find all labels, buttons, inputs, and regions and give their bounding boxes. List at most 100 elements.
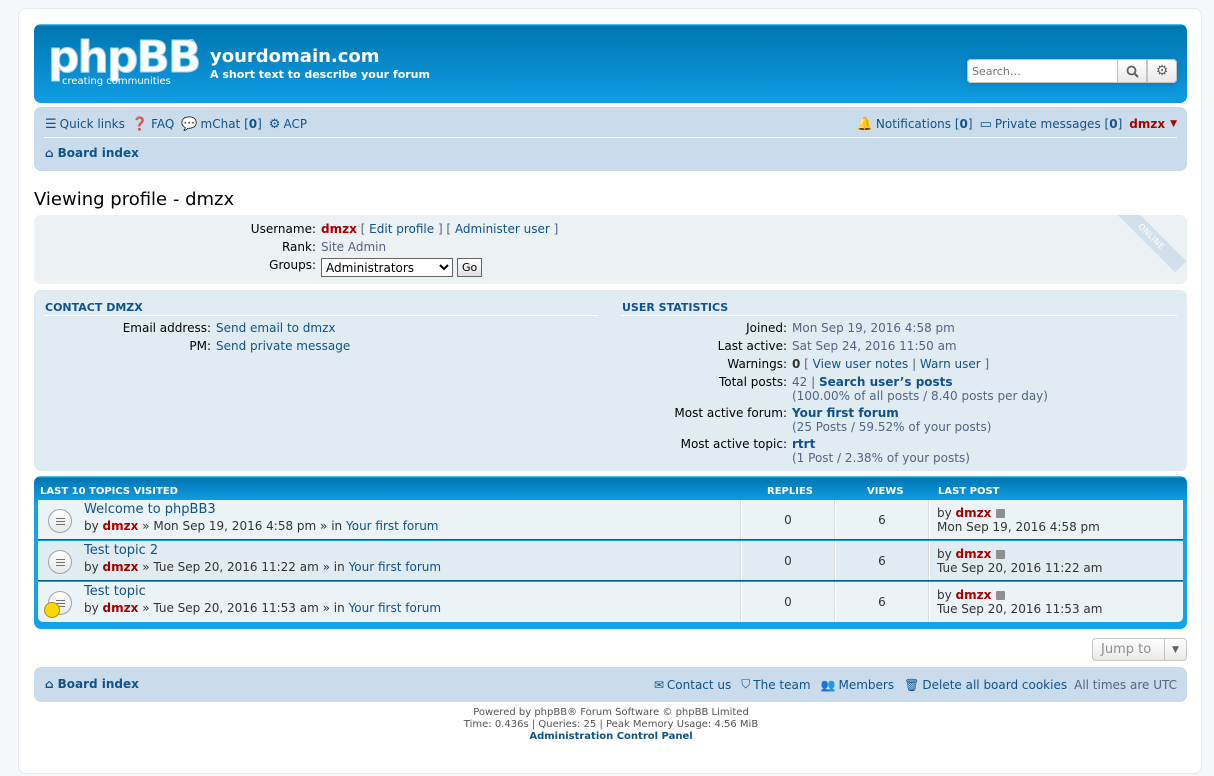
topic-author-link[interactable]: dmzx — [103, 601, 139, 615]
user-menu-button[interactable]: dmzx ▼ — [1129, 117, 1177, 131]
warn-user-link[interactable]: Warn user — [920, 357, 981, 371]
stats-divider — [621, 315, 1177, 316]
header-bar: phpBB ® creating communities yourdomain.… — [34, 24, 1187, 103]
username-value: dmzx [ Edit profile ] [ Administer user … — [321, 222, 559, 236]
delete-cookies-label: Delete all board cookies — [922, 677, 1068, 692]
smiley-topic-icon — [44, 602, 60, 618]
page-wrap: phpBB ® creating communities yourdomain.… — [18, 8, 1202, 774]
active-forum-row: Most active forum: Your first forum (25 … — [622, 406, 991, 434]
members-label: Members — [838, 677, 895, 692]
topic-author-link[interactable]: dmzx — [103, 560, 139, 574]
last-post-author-link[interactable]: dmzx — [956, 547, 992, 561]
last-post-date: Mon Sep 19, 2016 4:58 pm — [937, 520, 1100, 534]
header-topics: LAST 10 TOPICS VISITED — [40, 486, 178, 497]
search-button[interactable] — [1117, 59, 1147, 83]
the-team-link[interactable]: ⛉ The team — [741, 677, 810, 692]
warnings-count: 0 — [792, 357, 801, 371]
view-user-notes-link[interactable]: View user notes — [813, 357, 909, 371]
in-label: in — [333, 601, 345, 615]
stats-title: USER STATISTICS — [622, 301, 729, 314]
search-input[interactable] — [967, 59, 1117, 83]
search-icon — [1126, 65, 1139, 78]
faq-link[interactable]: ❓ FAQ — [132, 117, 174, 132]
site-logo[interactable]: phpBB ® creating communities — [48, 32, 202, 88]
advanced-search-button[interactable]: ⚙ — [1147, 59, 1177, 83]
footer-links: ✉ Contact us ⛉ The team 👥 Members 🗑 Dele… — [644, 677, 1177, 692]
views-count: 6 — [878, 595, 886, 609]
last-active-row: Last active: Sat Sep 24, 2016 11:50 am — [622, 339, 957, 353]
topic-author-link[interactable]: dmzx — [103, 519, 139, 533]
header-replies: REPLIES — [767, 486, 813, 497]
topic-title-link[interactable]: Welcome to phpBB3 — [84, 502, 216, 517]
footer-board-index: Board index — [57, 677, 139, 691]
last-post-author-link[interactable]: dmzx — [956, 588, 992, 602]
topic-title-link[interactable]: Test topic 2 — [84, 543, 158, 558]
by-label: by — [937, 506, 952, 520]
groups-select[interactable]: Administrators — [321, 258, 453, 277]
topic-meta: by dmzx » Tue Sep 20, 2016 11:22 am » in… — [84, 560, 442, 574]
view-latest-post-icon[interactable] — [996, 509, 1006, 518]
delete-cookies-link[interactable]: 🗑 Delete all board cookies — [904, 678, 1067, 692]
username-label: Username: — [250, 222, 316, 236]
by-label: by — [937, 588, 952, 602]
search-posts-link[interactable]: Search user’s posts — [819, 375, 953, 389]
total-posts-count: 42 — [792, 375, 808, 389]
acp-link[interactable]: ⚙ ACP — [269, 117, 307, 132]
topic-forum-link[interactable]: Your first forum — [346, 519, 439, 533]
active-topic-value: rtrt (1 Post / 2.38% of your posts) — [792, 437, 970, 465]
last-post: by dmzx Mon Sep 19, 2016 4:58 pm — [937, 506, 1100, 534]
profile-panel: ONLINE Username: dmzx [ Edit profile ] [… — [34, 215, 1187, 284]
shield-icon: ⛉ — [741, 677, 751, 691]
in-label: in — [333, 560, 345, 574]
home-icon: ⌂ — [45, 677, 54, 691]
last-active-label: Last active: — [717, 339, 787, 353]
last-topics-table: LAST 10 TOPICS VISITED REPLIES VIEWS LAS… — [34, 476, 1187, 629]
send-pm-link[interactable]: Send private message — [216, 339, 350, 353]
quick-links-button[interactable]: ☰ Quick links — [45, 117, 125, 132]
debug-output: Time: 0.436s | Queries: 25 | Peak Memory… — [463, 719, 759, 730]
logo-text: phpBB — [48, 32, 202, 83]
mchat-link[interactable]: 💬 mChat [0] — [181, 117, 261, 132]
email-label: Email address: — [122, 321, 211, 335]
logo-tagline: creating communities — [62, 76, 171, 87]
by-label: by — [84, 560, 99, 574]
notifications-button[interactable]: 🔔 Notifications [0] — [857, 117, 973, 132]
view-latest-post-icon[interactable] — [996, 591, 1006, 600]
site-title[interactable]: yourdomain.com — [210, 46, 380, 67]
pm-label: PM: — [189, 339, 211, 353]
members-link[interactable]: 👥 Members — [821, 678, 895, 692]
warnings-row: Warnings: 0 [ View user notes | Warn use… — [622, 357, 989, 371]
active-forum-link[interactable]: Your first forum — [792, 406, 899, 420]
cogs-icon: ⚙ — [268, 116, 281, 132]
edit-profile-link[interactable]: Edit profile — [369, 222, 434, 236]
last-post-author-link[interactable]: dmzx — [956, 506, 992, 520]
private-messages-link[interactable]: ▭ Private messages [0] — [980, 117, 1123, 132]
active-forum-label: Most active forum: — [674, 406, 787, 420]
joined-value: Mon Sep 19, 2016 4:58 pm — [792, 321, 955, 335]
total-posts-label: Total posts: — [718, 375, 787, 389]
breadcrumb-board-index: Board index — [57, 146, 139, 160]
footer-breadcrumb[interactable]: ⌂ Board index — [45, 677, 139, 691]
topic-forum-link[interactable]: Your first forum — [349, 601, 442, 615]
topic-date: Mon Sep 19, 2016 4:58 pm — [153, 519, 317, 533]
topic-forum-link[interactable]: Your first forum — [349, 560, 442, 574]
breadcrumb[interactable]: ⌂ Board index — [45, 146, 139, 160]
active-topic-link[interactable]: rtrt — [792, 437, 815, 451]
faq-label: FAQ — [151, 117, 175, 131]
jump-to-button[interactable]: Jump to ▼ — [1092, 638, 1187, 661]
trash-icon: 🗑 — [904, 677, 920, 692]
chat-icon: 💬 — [181, 116, 198, 132]
by-label: by — [937, 547, 952, 561]
groups-go-button[interactable]: Go — [457, 258, 483, 277]
view-latest-post-icon[interactable] — [996, 550, 1006, 559]
administer-user-link[interactable]: Administer user — [455, 222, 550, 236]
acp-footer-link[interactable]: Administration Control Panel — [19, 731, 1203, 743]
topic-meta: by dmzx » Tue Sep 20, 2016 11:53 am » in… — [84, 601, 442, 615]
topic-title-link[interactable]: Test topic — [84, 584, 146, 599]
active-topic-row: Most active topic: rtrt (1 Post / 2.38% … — [622, 437, 970, 465]
warnings-label: Warnings: — [727, 357, 787, 371]
send-email-link[interactable]: Send email to dmzx — [216, 321, 336, 335]
views-count: 6 — [878, 554, 886, 568]
username-link[interactable]: dmzx — [321, 222, 357, 236]
contact-us-link[interactable]: ✉ Contact us — [654, 678, 731, 692]
